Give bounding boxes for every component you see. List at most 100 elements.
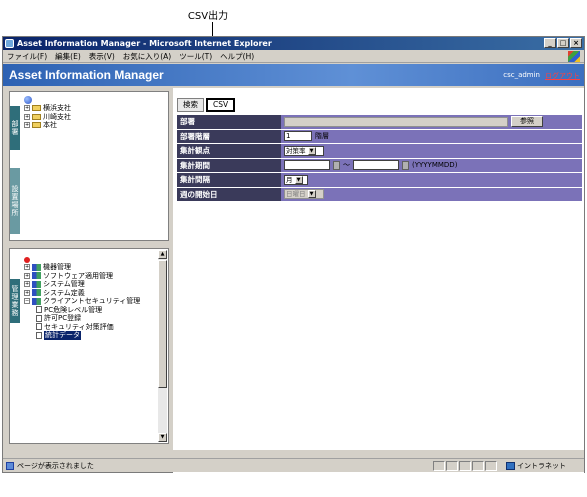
csv-output-callout: CSV出力 [187,11,229,22]
expand-icon[interactable]: + [24,272,30,279]
calendar-icon[interactable] [333,160,340,170]
viewpoint-value: 対策率 [286,146,306,155]
department-field[interactable] [284,116,508,127]
tree-node-yokohama[interactable]: + 横浜支社 [24,104,71,113]
node-label: 川崎支社 [43,112,71,121]
org-tree-pane: 部署 設置場所 + 横浜支社 + 川崎支社 + 本社 [9,91,169,241]
weekstart-label: 週の開始日 [177,187,281,201]
task-pc-risk[interactable]: PC危険レベル管理 [24,306,140,315]
module-client-security[interactable]: − クライアントセキュリティ管理 [24,297,140,306]
level-input[interactable]: 1 [284,131,312,142]
weekstart-select[interactable]: 日曜日 ▼ [284,189,324,200]
statistics-form: 部署 参照 部署階層 1 階層 集計観点 対策率 ▼ 集計期間 ～ (YYYYM… [177,115,582,202]
module-asset[interactable]: + 機器管理 [24,263,140,272]
expand-icon[interactable]: + [24,122,30,129]
period-separator: ～ [343,161,350,170]
menu-bar: ファイル(F) 編集(E) 表示(V) お気に入り(A) ツール(T) ヘルプ(… [3,50,584,63]
task-label: セキュリティ対策評価 [44,322,114,331]
folder-icon [32,122,41,129]
expand-icon[interactable]: + [24,289,30,296]
chevron-down-icon[interactable]: ▼ [294,175,303,184]
folder-icon [32,105,41,112]
security-zone: イントラネット [506,459,566,473]
maximize-button[interactable]: □ [557,38,569,48]
tree-node-kawasaki[interactable]: + 川崎支社 [24,113,71,122]
calendar-icon[interactable] [402,160,409,170]
task-label-selected: 統計データ [44,331,81,340]
period-start-input[interactable] [284,160,330,171]
tab-csv[interactable]: CSV [206,98,236,112]
menu-help[interactable]: ヘルプ(H) [220,50,254,62]
task-security-eval[interactable]: セキュリティ対策評価 [24,323,140,332]
menu-file[interactable]: ファイル(F) [7,50,47,62]
tab-search[interactable]: 検索 [177,98,204,112]
module-label: ソフトウェア適用管理 [43,271,113,280]
tab-location[interactable]: 設置場所 [10,168,20,234]
menu-tools[interactable]: ツール(T) [179,50,212,62]
minimize-button[interactable]: _ [544,38,556,48]
left-pane: 部署 設置場所 + 横浜支社 + 川崎支社 + 本社 管理業務 + 機器管理 + ソフトウ… [5,88,171,448]
tree-root[interactable] [24,96,71,104]
task-label: PC危険レベル管理 [44,305,103,314]
module-system[interactable]: + システム管理 [24,280,140,289]
row-viewpoint: 集計観点 対策率 ▼ [177,144,582,159]
viewpoint-select[interactable]: 対策率 ▼ [284,145,324,156]
node-label: 本社 [43,121,57,129]
document-icon [36,306,42,314]
zone-label: イントラネット [517,462,566,470]
document-icon [36,323,42,331]
chevron-down-icon[interactable]: ▼ [307,146,316,155]
scroll-thumb[interactable] [158,260,167,388]
user-name: csc_admin [503,71,540,79]
module-icon [32,263,41,271]
module-label: システム管理 [43,280,85,288]
status-cell [446,461,458,471]
menu-view[interactable]: 表示(V) [89,50,115,62]
status-cell [433,461,445,471]
expand-icon[interactable]: + [24,281,30,288]
app-title: Asset Information Manager [9,68,164,82]
intranet-icon [506,462,515,470]
logout-link[interactable]: ログアウト [545,71,580,81]
ie-icon [5,39,14,48]
menu-edit[interactable]: 編集(E) [55,50,81,62]
expand-icon[interactable]: + [24,264,30,271]
module-icon [32,289,41,297]
window-title: Asset Information Manager - Microsoft In… [17,39,272,48]
viewpoint-label: 集計観点 [177,144,281,158]
expand-icon[interactable]: + [24,113,30,120]
scroll-down-icon[interactable]: ▼ [158,433,167,442]
period-end-input[interactable] [353,160,399,171]
collapse-icon[interactable]: − [24,298,30,305]
interval-label: 集計間隔 [177,173,281,187]
module-definition[interactable]: + システム定義 [24,289,140,298]
period-label: 集計期間 [177,158,281,172]
row-level: 部署階層 1 階層 [177,129,582,144]
tab-department[interactable]: 部署 [10,106,20,150]
tree-node-honsha[interactable]: + 本社 [24,121,71,130]
module-software[interactable]: + ソフトウェア適用管理 [24,272,140,281]
folder-icon [32,113,41,120]
menu-favorites[interactable]: お気に入り(A) [123,50,171,62]
task-scrollbar[interactable]: ▲ ▼ [158,250,167,442]
module-icon [32,272,41,280]
expand-icon[interactable]: + [24,105,30,112]
tab-tasks[interactable]: 管理業務 [10,279,20,323]
task-allowed-pc[interactable]: 許可PC登録 [24,314,140,323]
task-statistics[interactable]: 統計データ [24,331,140,340]
status-cell [472,461,484,471]
chevron-down-icon[interactable]: ▼ [307,190,316,199]
main-tabs: 検索 CSV [177,98,236,112]
status-cells [433,461,497,471]
level-unit: 階層 [315,132,329,141]
close-button[interactable]: × [570,38,582,48]
interval-select[interactable]: 月 ▼ [284,174,308,185]
row-weekstart: 週の開始日 日曜日 ▼ [177,187,582,202]
main-pane: 検索 CSV 部署 参照 部署階層 1 階層 集計観点 対策率 ▼ 集計期間 ～… [173,88,584,497]
root-dot-icon [24,257,30,263]
browse-button[interactable]: 参照 [511,116,543,128]
module-label: クライアントセキュリティ管理 [43,297,141,305]
scroll-up-icon[interactable]: ▲ [158,250,167,259]
window-controls: _ □ × [544,38,582,48]
task-tree-pane: 管理業務 + 機器管理 + ソフトウェア適用管理 + システム管理 + システム定義 −… [9,248,169,444]
